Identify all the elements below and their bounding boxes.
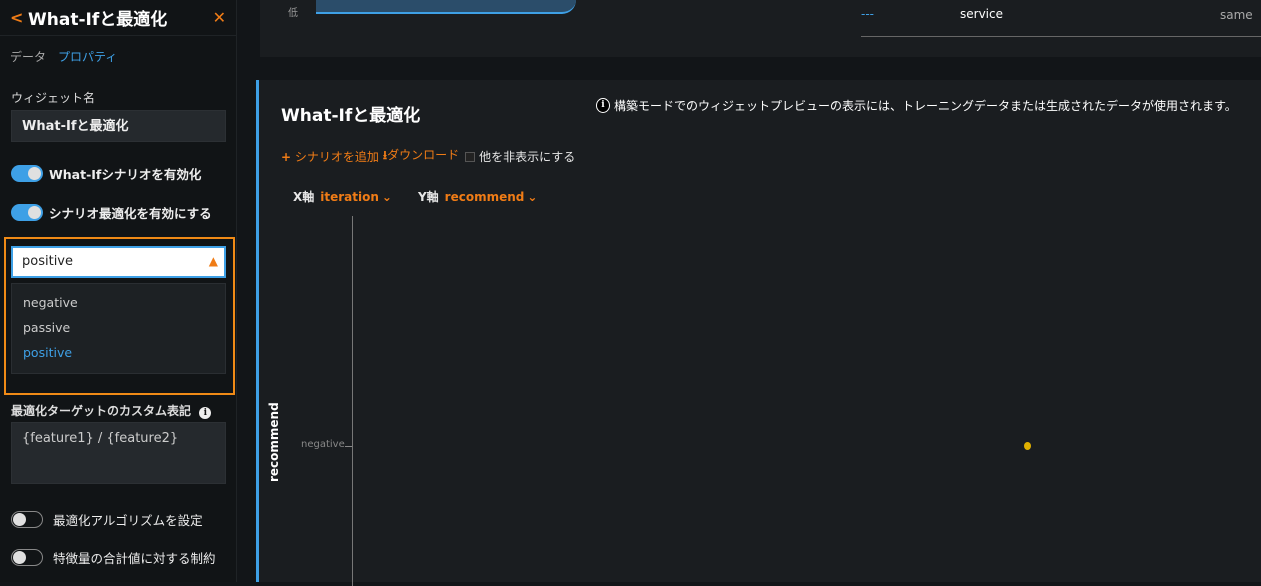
- properties-sidebar: < What-Ifと最適化 ✕ データ プロパティ ウィジェット名 What-I…: [0, 0, 237, 582]
- x-axis-selector[interactable]: X軸 iteration ⌄: [293, 188, 392, 205]
- area-shape: [316, 0, 576, 14]
- low-label: 低: [288, 8, 298, 19]
- y-tick-label: negative: [301, 439, 345, 450]
- option-negative[interactable]: negative: [12, 292, 225, 317]
- close-icon[interactable]: ✕: [213, 8, 226, 27]
- x-axis-value: iteration: [320, 190, 379, 204]
- y-tick-mark: [345, 446, 352, 447]
- notice-text: 構築モードでのウィジェットプレビューの表示には、トレーニングデータまたは生成され…: [614, 99, 1237, 113]
- tab-data[interactable]: データ: [10, 48, 46, 65]
- legend-dash-icon: ---: [861, 7, 874, 21]
- toggle-label: What-Ifシナリオを有効化: [49, 167, 202, 182]
- plus-icon: +: [281, 150, 292, 164]
- hide-others-label: 他を非表示にする: [479, 150, 576, 164]
- y-axis-selector[interactable]: Y軸 recommend ⌄: [418, 188, 537, 205]
- y-axis-label: Y軸: [417, 190, 439, 204]
- chevron-down-icon: ⌄: [381, 190, 392, 204]
- x-axis-label: X軸: [293, 190, 315, 204]
- widget-name-label: ウィジェット名: [11, 91, 96, 105]
- info-icon[interactable]: i: [199, 407, 212, 419]
- custom-label-textarea[interactable]: {feature1} / {feature2}: [11, 422, 226, 484]
- select-dropdown: negative passive positive: [11, 283, 226, 374]
- download-button[interactable]: ⭳ダウンロード: [383, 146, 459, 167]
- divider: [861, 36, 1261, 37]
- top-widget-card: 低 --- service same: [260, 0, 1261, 57]
- back-chevron-icon[interactable]: <: [10, 8, 28, 27]
- tab-properties[interactable]: プロパティ: [58, 48, 117, 65]
- add-scenario-label: シナリオを追加: [294, 150, 379, 164]
- toggle-label: 最適化アルゴリズムを設定: [53, 513, 203, 528]
- toggle-constraint[interactable]: 特徴量の合計値に対する制約: [11, 548, 216, 567]
- toggle-label: 特徴量の合計値に対する制約: [53, 551, 216, 566]
- data-point[interactable]: [1024, 442, 1031, 450]
- option-positive[interactable]: positive: [12, 342, 225, 367]
- option-passive[interactable]: passive: [12, 317, 225, 342]
- sidebar-title: What-Ifと最適化: [28, 10, 168, 30]
- legend-value: same: [1220, 8, 1253, 22]
- chevron-down-icon: ⌄: [527, 190, 538, 204]
- hide-others-checkbox[interactable]: [465, 151, 476, 162]
- y-axis-value: recommend: [444, 190, 525, 204]
- preview-notice: i 構築モードでのウィジェットプレビューの表示には、トレーニングデータまたは生成さ…: [596, 97, 1237, 114]
- legend-item: service: [960, 7, 1003, 21]
- select-value: positive: [22, 254, 73, 269]
- whatif-widget: What-Ifと最適化 i 構築モードでのウィジェットプレビューの表示には、トレー…: [256, 80, 1261, 586]
- add-scenario-button[interactable]: + シナリオを追加: [281, 148, 379, 165]
- y-axis-title: recommend: [267, 402, 281, 482]
- widget-title: What-Ifと最適化: [281, 106, 421, 126]
- toggle-whatif[interactable]: What-Ifシナリオを有効化: [11, 164, 201, 183]
- widget-name-input[interactable]: What-Ifと最適化: [11, 110, 226, 142]
- info-icon: i: [596, 98, 610, 113]
- sidebar-header: < What-Ifと最適化 ✕: [0, 0, 236, 36]
- toggle-label: シナリオ最適化を有効にする: [49, 206, 212, 221]
- custom-label-text: 最適化ターゲットのカスタム表記: [11, 404, 192, 418]
- toggle-algorithm[interactable]: 最適化アルゴリズムを設定: [11, 510, 203, 529]
- y-axis-line: [352, 216, 353, 586]
- download-label: ダウンロード: [387, 148, 460, 162]
- toggle-optimization[interactable]: シナリオ最適化を有効にする: [11, 203, 212, 222]
- chevron-up-icon[interactable]: ▲: [209, 254, 218, 268]
- target-select[interactable]: positive ▲: [11, 246, 226, 278]
- custom-label: 最適化ターゲットのカスタム表記 i: [11, 402, 212, 419]
